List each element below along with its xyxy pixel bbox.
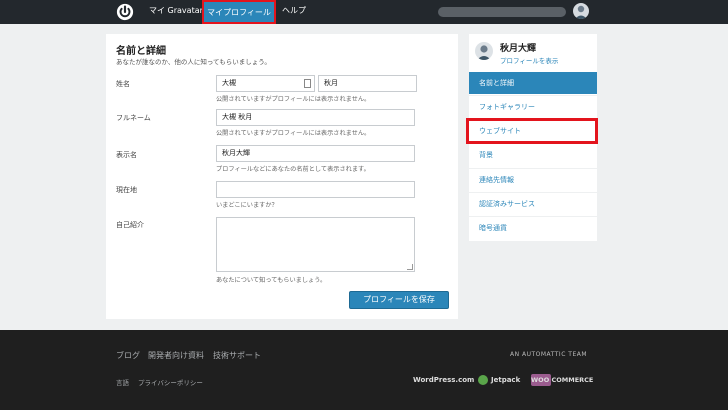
account-avatar[interactable] [573, 3, 589, 19]
sidebar-item-name-details[interactable]: 名前と詳細 [469, 72, 597, 94]
display-name-label: 表示名 [116, 151, 137, 159]
woocommerce-brand[interactable]: WOO COMMERCE [531, 376, 593, 384]
bio-textarea[interactable] [216, 217, 415, 272]
nav-my-profile[interactable]: マイプロフィール [202, 0, 276, 24]
footer-language[interactable]: 言語 [116, 377, 129, 387]
user-avatar-icon [477, 45, 491, 60]
nav-help[interactable]: ヘルプ [282, 0, 306, 24]
jetpack-logo-icon [478, 375, 488, 385]
sidebar-user-name: 秋月大輝 [500, 44, 537, 54]
bio-label: 自己紹介 [116, 221, 144, 229]
footer-privacy-link[interactable]: プライバシーポリシー [138, 377, 203, 387]
display-name-input[interactable]: 秋月大輝 [216, 145, 415, 162]
automattic-team-label: AN AUTOMATTIC TEAM [510, 351, 588, 358]
card-subtitle: あなたが誰なのか、他の人に知ってもらいましょう。 [116, 58, 271, 66]
sidebar-item-photo-gallery[interactable]: フォトギャラリー [469, 95, 597, 117]
location-label: 現在地 [116, 186, 137, 194]
name-hint: 公開されていますがプロフィールには表示されません。 [216, 96, 371, 103]
gravatar-logo-icon[interactable] [116, 3, 134, 21]
footer-link-developers[interactable]: 開発者向け資料 [148, 350, 204, 361]
resize-handle-icon[interactable] [407, 264, 413, 270]
site-footer: ブログ 開発者向け資料 技術サポート 言語 プライバシーポリシー AN AUTO… [0, 330, 728, 410]
fullname-hint: 公開されていますがプロフィールには表示されません。 [216, 130, 371, 137]
location-hint: いまどこにいますか？ [216, 202, 278, 209]
profile-details-card: 名前と詳細 あなたが誰なのか、他の人に知ってもらいましょう。 姓名 大槻 秋月 … [106, 34, 458, 319]
save-profile-button[interactable]: プロフィールを保存 [349, 291, 449, 309]
last-name-input[interactable]: 大槻 [216, 75, 315, 92]
name-label: 姓名 [116, 80, 130, 88]
fullname-label: フルネーム [116, 114, 151, 122]
sidebar-item-verified-services[interactable]: 認証済みサービス [469, 192, 597, 214]
location-input[interactable] [216, 181, 415, 198]
fullname-input[interactable]: 大槻 秋月 [216, 109, 415, 126]
footer-link-support[interactable]: 技術サポート [213, 350, 261, 361]
sidebar-item-background[interactable]: 背景 [469, 143, 597, 165]
wordpress-brand[interactable]: WordPress.com [413, 376, 474, 384]
card-title: 名前と詳細 [116, 46, 166, 57]
sidebar-header: 秋月大輝 プロフィールを表示 [469, 34, 597, 70]
account-email-masked[interactable] [438, 7, 566, 17]
bio-hint: あなたについて知ってもらいましょう。 [216, 277, 327, 284]
sidebar-item-crypto[interactable]: 暗号通貨 [469, 216, 597, 238]
field-autofill-icon [304, 79, 311, 88]
annotation-highlight-box [466, 118, 598, 144]
sidebar-avatar[interactable] [475, 42, 493, 60]
jetpack-brand[interactable]: Jetpack [491, 376, 520, 384]
user-avatar-icon [575, 5, 587, 19]
top-navigation-bar: マイ Gravatar マイプロフィール ヘルプ [0, 0, 728, 24]
display-name-hint: プロフィールなどにあなたの名前として表示されます。 [216, 166, 370, 173]
sidebar-item-contact-info[interactable]: 連絡先情報 [469, 168, 597, 190]
footer-link-blog[interactable]: ブログ [116, 350, 140, 361]
view-profile-link[interactable]: プロフィールを表示 [500, 55, 558, 65]
last-name-value: 大槻 [222, 79, 236, 87]
nav-my-gravatar[interactable]: マイ Gravatar [149, 0, 203, 24]
first-name-input[interactable]: 秋月 [318, 75, 417, 92]
